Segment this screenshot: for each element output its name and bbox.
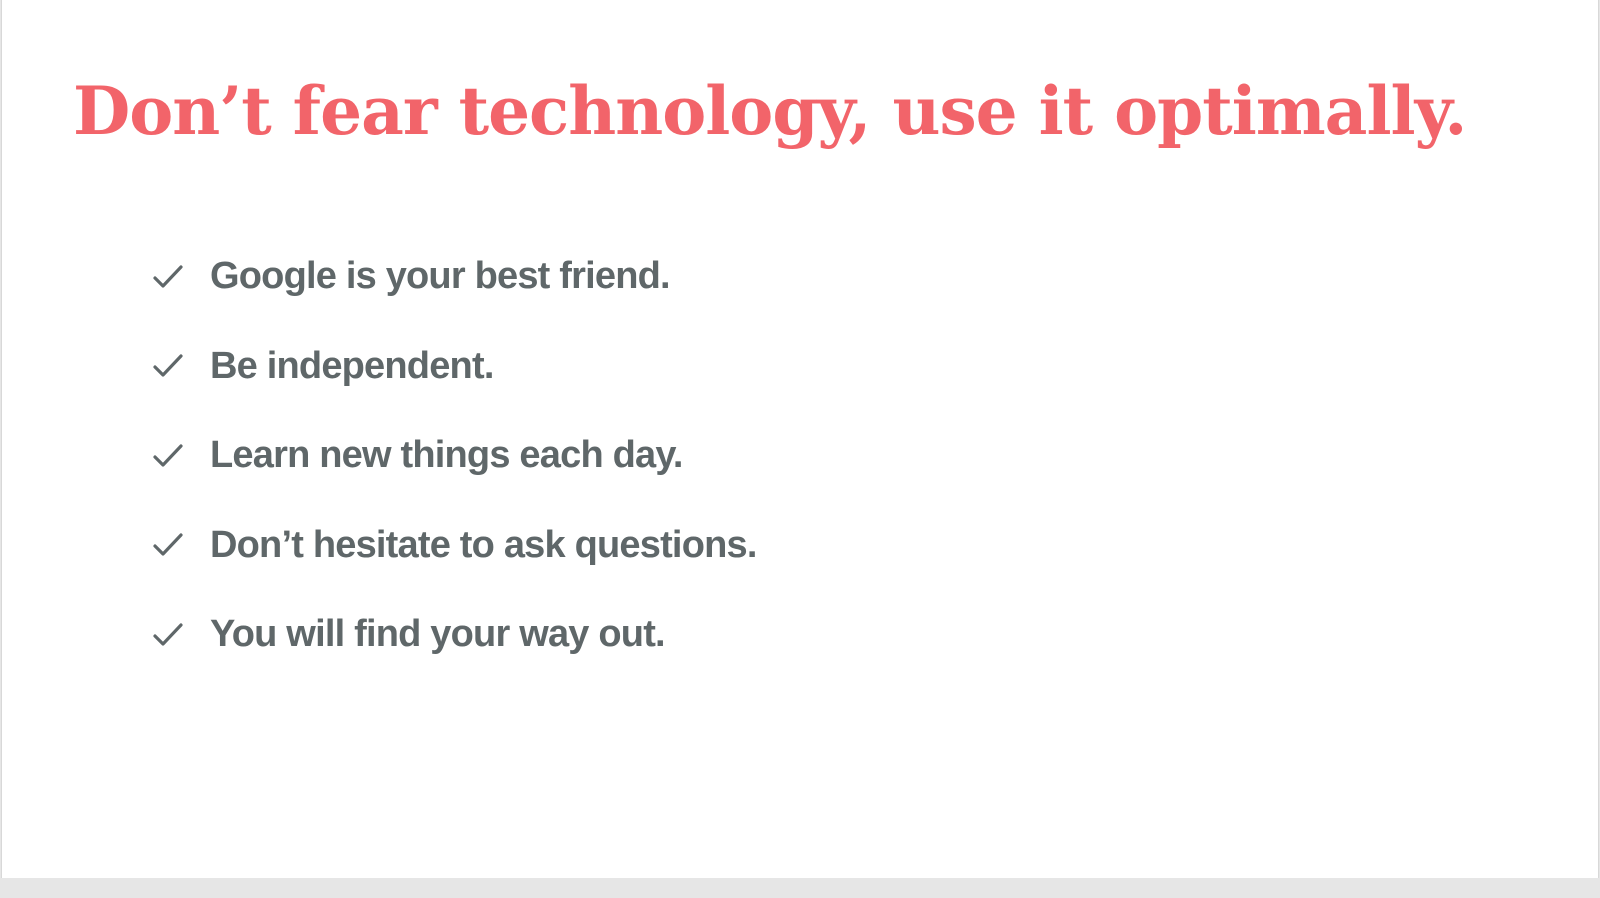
bullet-list: Google is your best friend. Be independe… xyxy=(152,232,757,680)
slide-canvas: Don’t fear technology, use it optimally.… xyxy=(0,0,1600,898)
list-item: You will find your way out. xyxy=(152,590,757,680)
checkmark-icon xyxy=(152,615,210,655)
list-item: Learn new things each day. xyxy=(152,411,757,501)
bullet-text: Don’t hesitate to ask questions. xyxy=(210,523,757,566)
checkmark-icon xyxy=(152,436,210,476)
bullet-text: You will find your way out. xyxy=(210,613,666,656)
slide: Don’t fear technology, use it optimally.… xyxy=(1,0,1599,878)
list-item: Be independent. xyxy=(152,322,757,412)
bullet-text: Learn new things each day. xyxy=(210,434,683,477)
bullet-text: Google is your best friend. xyxy=(210,255,671,298)
checkmark-icon xyxy=(152,525,210,565)
list-item: Don’t hesitate to ask questions. xyxy=(152,501,757,591)
checkmark-icon xyxy=(152,257,210,297)
slide-title: Don’t fear technology, use it optimally. xyxy=(73,72,1467,150)
list-item: Google is your best friend. xyxy=(152,232,757,322)
bullet-text: Be independent. xyxy=(210,344,494,387)
checkmark-icon xyxy=(152,346,210,386)
